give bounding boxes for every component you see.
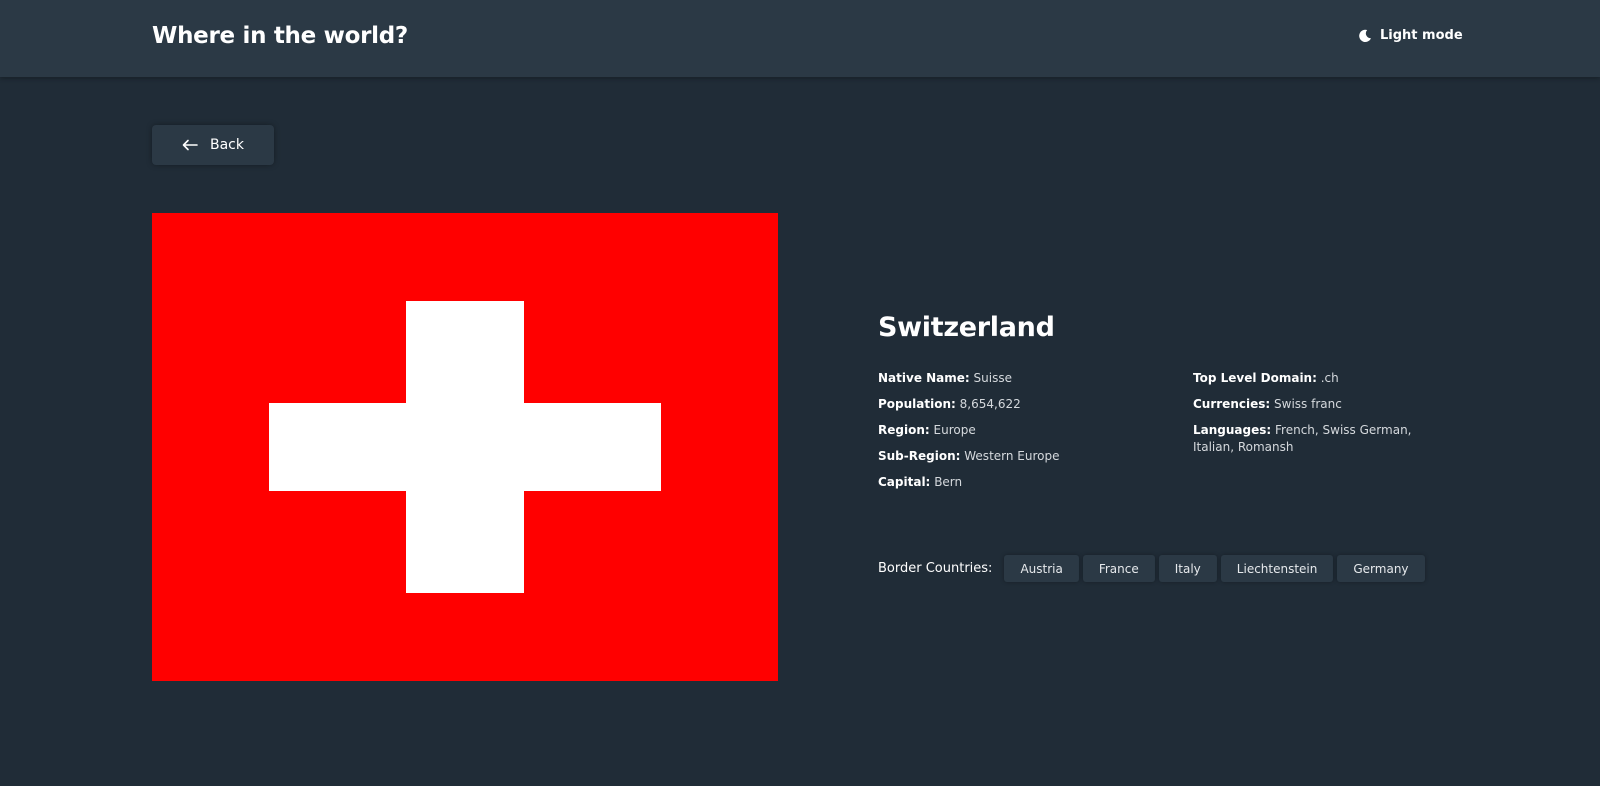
detail-value: Bern xyxy=(934,475,963,489)
country-flag-image xyxy=(152,213,778,681)
country-name: Switzerland xyxy=(878,312,1055,343)
theme-toggle-label: Light mode xyxy=(1380,28,1463,43)
detail-currencies: Currencies: Swiss franc xyxy=(1193,396,1453,413)
detail-sub-region: Sub-Region: Western Europe xyxy=(878,448,1178,465)
border-country-chip[interactable]: Austria xyxy=(1004,555,1079,582)
arrow-left-icon xyxy=(182,139,198,151)
top-header: Where in the world? Light mode xyxy=(0,0,1600,77)
details-left-column: Native Name: Suisse Population: 8,654,62… xyxy=(878,370,1178,500)
details-right-column: Top Level Domain: .ch Currencies: Swiss … xyxy=(1193,370,1453,465)
flag-cross-horizontal xyxy=(269,403,661,491)
detail-value: Western Europe xyxy=(964,449,1060,463)
detail-value: 8,654,622 xyxy=(959,397,1021,411)
detail-native-name: Native Name: Suisse xyxy=(878,370,1178,387)
detail-label: Population: xyxy=(878,397,956,411)
detail-value: Suisse xyxy=(973,371,1012,385)
moon-icon xyxy=(1359,29,1371,42)
detail-population: Population: 8,654,622 xyxy=(878,396,1178,413)
border-country-chip[interactable]: Germany xyxy=(1337,555,1425,582)
detail-label: Currencies: xyxy=(1193,397,1271,411)
detail-label: Languages: xyxy=(1193,423,1272,437)
border-countries-label: Border Countries: xyxy=(878,561,993,576)
detail-label: Native Name: xyxy=(878,371,970,385)
detail-value: Europe xyxy=(933,423,976,437)
detail-label: Capital: xyxy=(878,475,931,489)
app-title: Where in the world? xyxy=(152,23,408,49)
detail-value: Swiss franc xyxy=(1274,397,1342,411)
detail-languages: Languages: French, Swiss German, Italian… xyxy=(1193,422,1453,456)
border-countries: Border Countries: Austria France Italy L… xyxy=(878,555,1425,582)
border-country-chip[interactable]: Liechtenstein xyxy=(1220,555,1334,582)
back-button-label: Back xyxy=(210,137,244,153)
detail-label: Sub-Region: xyxy=(878,449,961,463)
detail-top-level-domain: Top Level Domain: .ch xyxy=(1193,370,1453,387)
border-country-chip[interactable]: France xyxy=(1082,555,1155,582)
detail-label: Region: xyxy=(878,423,930,437)
border-country-chip[interactable]: Italy xyxy=(1158,555,1217,582)
theme-toggle-button[interactable]: Light mode xyxy=(1358,28,1463,43)
detail-label: Top Level Domain: xyxy=(1193,371,1317,385)
back-button[interactable]: Back xyxy=(152,125,274,165)
detail-capital: Capital: Bern xyxy=(878,474,1178,491)
detail-region: Region: Europe xyxy=(878,422,1178,439)
detail-value: .ch xyxy=(1320,371,1339,385)
